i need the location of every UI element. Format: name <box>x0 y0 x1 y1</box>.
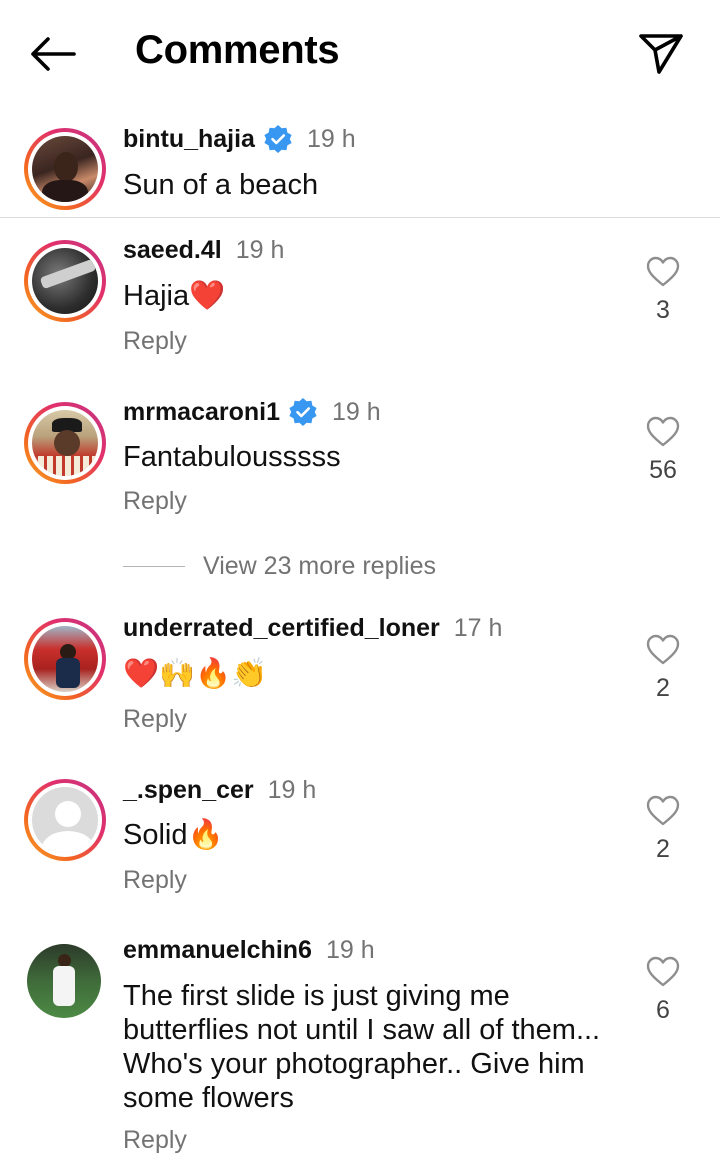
avatar[interactable] <box>24 779 106 861</box>
like-count: 56 <box>649 456 677 484</box>
divider <box>123 566 185 567</box>
verified-badge-icon <box>289 398 317 426</box>
comment-item: emmanuelchin6 19 h The first slide is ju… <box>0 918 720 1173</box>
comment-time: 19 h <box>332 397 381 426</box>
comment-username[interactable]: saeed.4l <box>123 236 222 265</box>
reply-button[interactable]: Reply <box>123 327 187 356</box>
like-count: 6 <box>656 996 670 1024</box>
avatar[interactable] <box>24 128 106 210</box>
heart-icon[interactable] <box>646 256 680 288</box>
comment-time: 19 h <box>235 236 285 264</box>
comment-time: 19 h <box>267 776 317 804</box>
comment-text: Fantabulousssss <box>123 441 341 473</box>
heart-icon[interactable] <box>646 416 680 448</box>
arrow-left-icon <box>31 37 76 71</box>
like-count: 2 <box>656 674 670 702</box>
like-count: 3 <box>656 296 670 324</box>
comment-item: mrmacaroni1 19 h Fantabulousssss Reply 5… <box>0 378 720 538</box>
comment-time: 19 h <box>325 936 375 964</box>
comment-text: The first slide is just giving me butter… <box>123 980 601 1114</box>
caption-text: Sun of a beach <box>123 169 319 201</box>
like-count: 2 <box>656 835 670 863</box>
comment-item: _.spen_cer 19 h Solid🔥 Reply 2 <box>0 757 720 917</box>
avatar[interactable] <box>27 944 101 1018</box>
comment-text: ❤️🙌🔥👏 <box>123 658 268 690</box>
paper-plane-icon <box>639 34 683 74</box>
comment-username[interactable]: mrmacaroni1 <box>123 398 280 427</box>
share-button[interactable] <box>636 30 686 76</box>
reply-button[interactable]: Reply <box>123 705 187 734</box>
heart-icon[interactable] <box>646 634 680 666</box>
caption-username[interactable]: bintu_hajia <box>123 125 255 154</box>
header: Comments <box>0 0 720 106</box>
caption-time: 19 h <box>306 124 356 153</box>
page-title: Comments <box>135 28 340 72</box>
comment-text: Solid🔥 <box>123 819 224 851</box>
view-more-replies-label: View 23 more replies <box>203 552 436 580</box>
view-more-replies-button[interactable]: View 23 more replies <box>123 552 436 581</box>
avatar[interactable] <box>24 402 106 484</box>
reply-button[interactable]: Reply <box>123 1126 187 1155</box>
avatar[interactable] <box>24 618 106 700</box>
reply-button[interactable]: Reply <box>123 866 187 895</box>
avatar[interactable] <box>24 240 106 322</box>
post-caption: bintu_hajia 19 h Sun of a beach <box>0 106 720 218</box>
comment-username[interactable]: underrated_certified_loner <box>123 614 440 643</box>
reply-button[interactable]: Reply <box>123 487 187 516</box>
comment-item: saeed.4l 19 h Hajia❤️ Reply 3 <box>0 218 720 378</box>
comment-text: Hajia❤️ <box>123 280 226 312</box>
heart-icon[interactable] <box>646 956 680 988</box>
verified-badge-icon <box>264 125 292 153</box>
comment-username[interactable]: _.spen_cer <box>123 776 254 805</box>
back-button[interactable] <box>26 32 78 76</box>
comment-item: underrated_certified_loner 17 h ❤️🙌🔥👏 Re… <box>0 596 720 756</box>
heart-icon[interactable] <box>646 795 680 827</box>
comment-username[interactable]: emmanuelchin6 <box>123 936 312 965</box>
comment-time: 17 h <box>453 614 503 642</box>
